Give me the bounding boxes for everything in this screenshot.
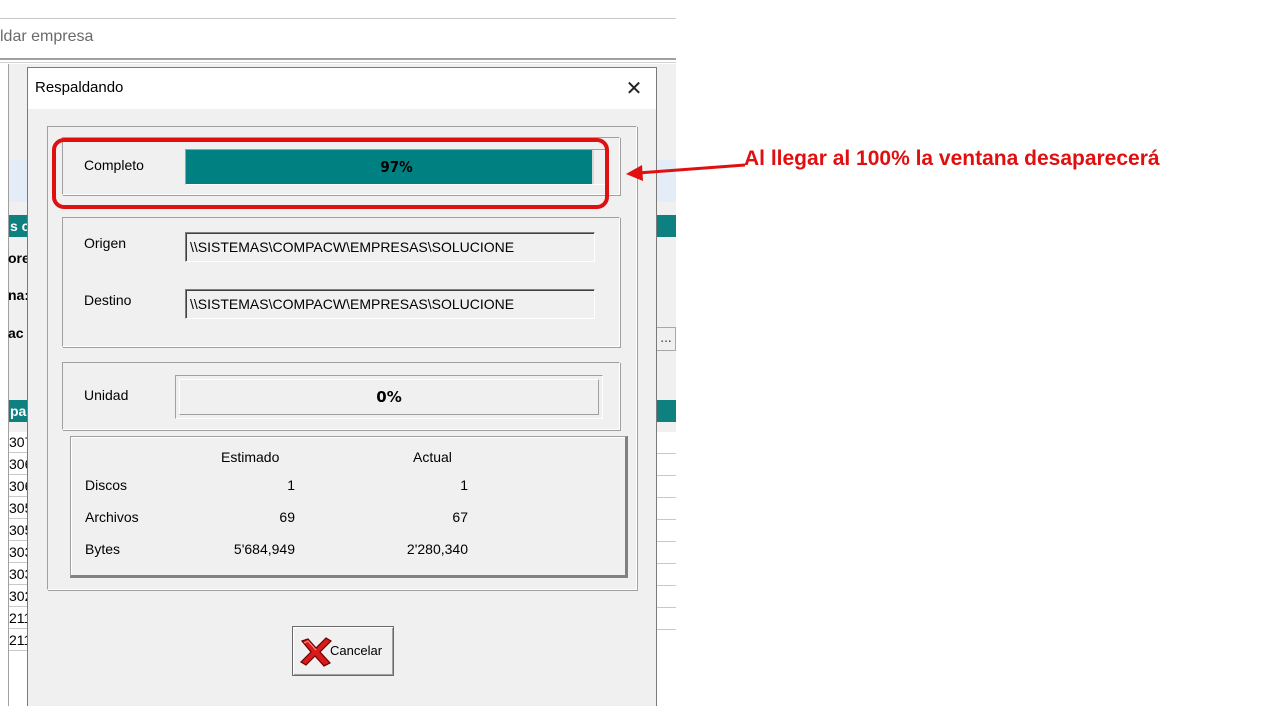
annotation-text: Al llegar al 100% la ventana desaparecer… [744,147,1160,170]
background-grid-line [656,607,676,608]
files-actual: 67 [452,509,468,525]
origin-label: Origen [84,235,127,251]
close-icon[interactable]: ✕ [620,74,648,102]
disks-label: Discos [85,477,128,493]
bytes-actual: 2'280,340 [406,541,468,557]
background-grid-line [656,541,676,542]
background-browse-button[interactable]: ... [656,327,676,351]
unit-progress-group: Unidad 0% [62,362,620,430]
background-grid-line [656,629,676,630]
background-section-header-right [656,215,676,237]
dialog-title: Respaldando [35,79,124,96]
files-estimated: 69 [279,509,295,525]
statistics-panel: Estimado Actual Discos 1 1 Archivos 69 6… [70,436,628,578]
unit-progress-percent: 0% [179,379,599,415]
annotation-arrow-icon [626,163,746,181]
background-grid-line [656,497,676,498]
background-separator-light [0,62,676,63]
background-grid-line [656,585,676,586]
origin-path-field: \\SISTEMAS\COMPACW\EMPRESAS\SOLUCIONE [185,232,595,262]
background-grid-right [656,432,676,706]
actual-column-header: Actual [413,449,452,465]
highlight-box [52,138,609,209]
estimated-column-header: Estimado [221,449,280,465]
dialog-titlebar[interactable]: Respaldando ✕ [28,68,656,109]
unit-label: Unidad [84,387,129,403]
background-grid-line [656,453,676,454]
background-grid-line [656,475,676,476]
background-window-title: ldar empresa [0,28,94,45]
bytes-label: Bytes [85,541,121,557]
disks-estimated: 1 [287,477,295,493]
files-label: Archivos [85,509,139,525]
cancel-button[interactable]: Cancelar [292,626,394,676]
background-grid-line [656,563,676,564]
background-grid-line [656,519,676,520]
background-grid-header-right [656,400,676,422]
destination-path-field: \\SISTEMAS\COMPACW\EMPRESAS\SOLUCIONE [185,289,595,319]
cancel-label: Cancelar [330,643,383,658]
paths-group: Origen \\SISTEMAS\COMPACW\EMPRESAS\SOLUC… [62,217,620,347]
destination-label: Destino [84,292,132,308]
background-top-border [0,18,676,19]
disks-actual: 1 [460,477,468,493]
unit-progress-bar: 0% [175,375,603,419]
bytes-estimated: 5'684,949 [233,541,295,557]
background-separator [0,58,676,60]
cancel-x-icon [300,637,332,667]
